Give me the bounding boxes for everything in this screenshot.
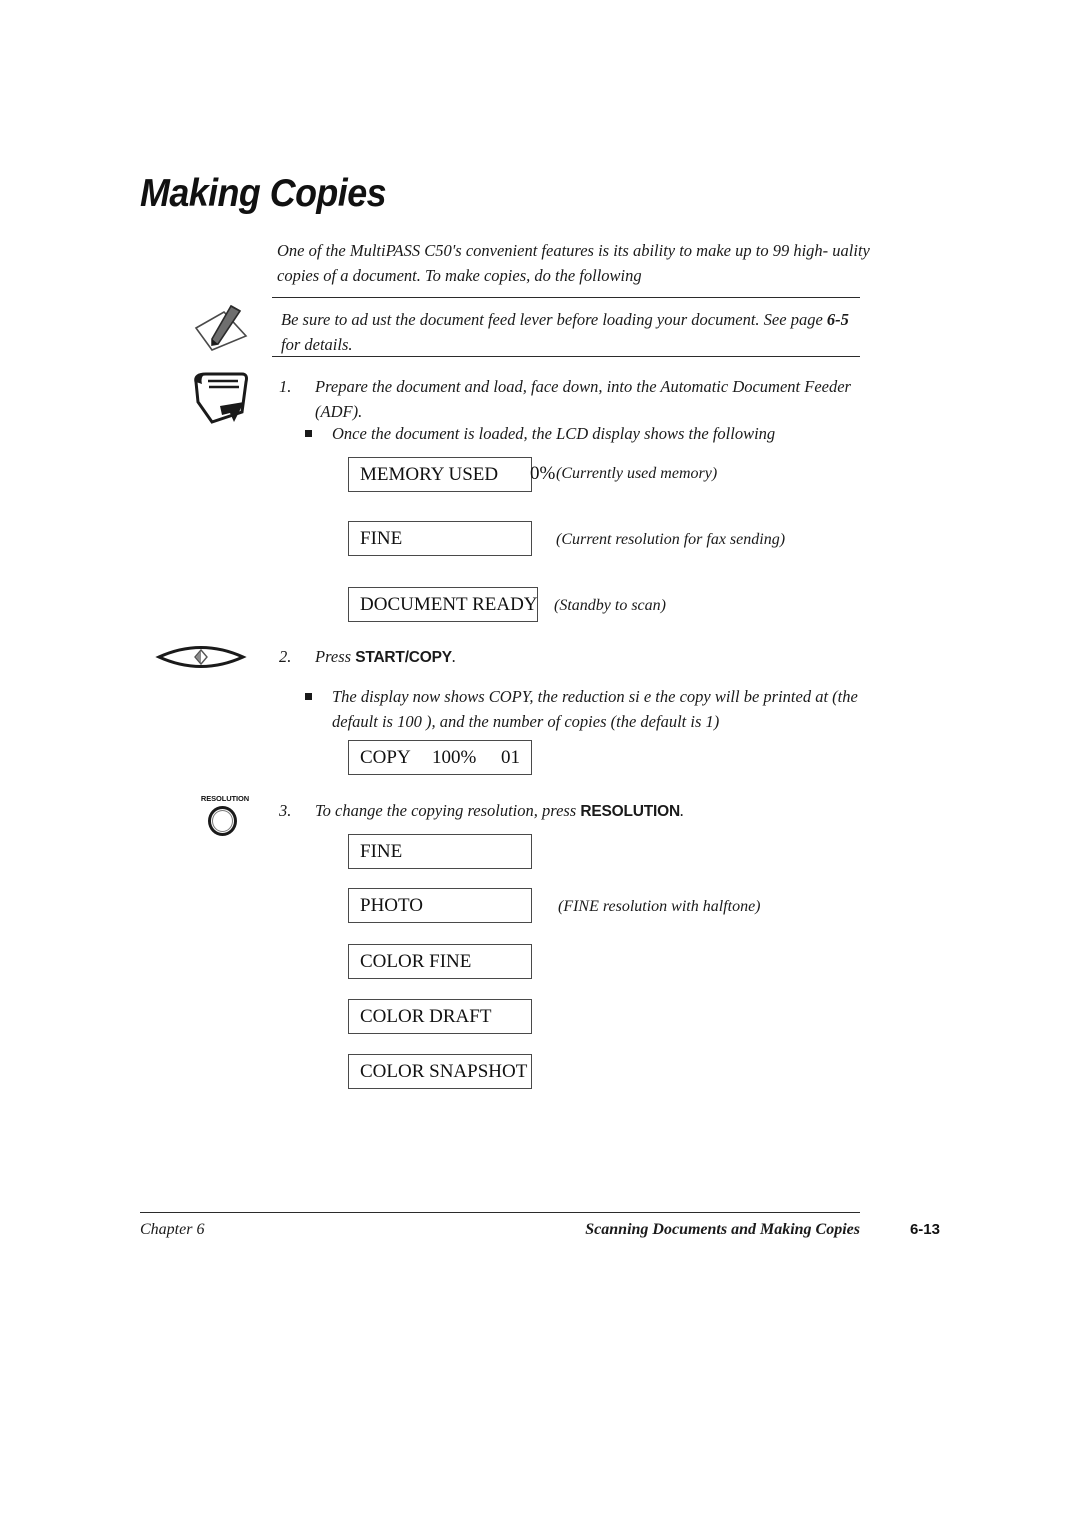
step-2-text: Press START/COPY. (315, 644, 864, 670)
lcd-resolution-photo: PHOTO (348, 888, 532, 923)
lcd-copy-count-value: 01 (501, 747, 520, 768)
document-page: Making Copies One of the MultiPASS C50's… (0, 0, 1080, 1528)
step-2-suffix: . (451, 647, 457, 666)
bullet-2-text: The display now shows COPY, the reductio… (332, 687, 858, 731)
bullet-item-2: The display now shows COPY, the reductio… (305, 684, 870, 734)
lcd-fine-resolution-label: FINE (360, 528, 403, 549)
step-3: 3. To change the copying resolution, pre… (279, 798, 864, 824)
lcd-document-ready: DOCUMENT READY (348, 587, 538, 622)
document-stack-icon (186, 368, 258, 430)
step-3-prefix: To change the copying resolution, press (315, 801, 581, 820)
step-2-key-label: START/COPY (355, 649, 452, 666)
bullet-1-text: Once the document is loaded, the LCD dis… (332, 424, 776, 443)
pencil-note-icon (190, 300, 256, 356)
lcd-memory-used: MEMORY USED (348, 457, 532, 492)
step-3-number: 3. (279, 801, 292, 820)
step-1: 1. Prepare the document and load, face d… (279, 374, 864, 424)
lcd-copy-label: COPY (360, 747, 411, 768)
step-3-key-label: RESOLUTION (580, 803, 680, 820)
bullet-item-1: Once the document is loaded, the LCD dis… (305, 421, 865, 446)
lcd-memory-used-caption: (Currently used memory) (556, 465, 718, 482)
step-2-number: 2. (279, 647, 292, 666)
lcd-resolution-color-draft-label: COLOR DRAFT (360, 1006, 492, 1027)
resolution-key-label: RESOLUTION (200, 794, 250, 803)
step-3-text: To change the copying resolution, press … (315, 798, 864, 824)
lcd-resolution-photo-caption: (FINE resolution with halftone) (558, 898, 761, 915)
lcd-memory-used-label: MEMORY USED (360, 464, 499, 485)
step-2: 2. Press START/COPY. (279, 644, 864, 670)
bullet-square-icon (305, 693, 312, 700)
note-text: Be sure to ad ust the document feed leve… (281, 307, 861, 357)
lcd-resolution-color-snapshot-label: COLOR SNAPSHOT (360, 1061, 528, 1082)
page-title: Making Copies (140, 172, 387, 215)
lcd-resolution-fine-label: FINE (360, 841, 403, 862)
lcd-resolution-photo-label: PHOTO (360, 895, 423, 916)
footer-page-number: 6-13 (909, 1221, 940, 1238)
lcd-copy-zoom-value: 100% (432, 747, 477, 768)
lcd-memory-used-value: 0% (530, 463, 556, 484)
lcd-resolution-color-fine-label: COLOR FINE (360, 951, 472, 972)
note-line-2-prefix: page (790, 310, 827, 329)
note-page-ref: 6-5 (826, 310, 849, 329)
lcd-resolution-color-fine: COLOR FINE (348, 944, 532, 979)
lcd-fine-resolution: FINE (348, 521, 532, 556)
footer-section-title: Scanning Documents and Making Copies (585, 1221, 860, 1238)
resolution-key-icon: RESOLUTION (190, 794, 260, 842)
intro-paragraph: One of the MultiPASS C50's convenient fe… (277, 241, 870, 285)
lcd-fine-resolution-caption: (Current resolution for fax sending) (556, 531, 786, 548)
lcd-resolution-fine: FINE (348, 834, 532, 869)
footer-chapter: Chapter 6 (140, 1221, 205, 1238)
step-3-suffix: . (679, 801, 685, 820)
resolution-knob-icon (208, 806, 237, 836)
step-1-number: 1. (279, 377, 292, 396)
lcd-copy-status: COPY 100% 01 (348, 740, 532, 775)
start-copy-key-icon (155, 640, 247, 674)
lcd-document-ready-label: DOCUMENT READY (360, 594, 538, 615)
note-line-2-suffix: for details. (281, 335, 353, 354)
note-line-1: Be sure to ad ust the document feed leve… (281, 310, 787, 329)
bullet-square-icon (305, 430, 312, 437)
lcd-resolution-color-draft: COLOR DRAFT (348, 999, 532, 1034)
step-1-text: Prepare the document and load, face down… (315, 377, 851, 421)
step-2-prefix: Press (315, 647, 356, 666)
footer-rule (140, 1212, 860, 1214)
lcd-document-ready-caption: (Standby to scan) (554, 597, 666, 614)
lcd-resolution-color-snapshot: COLOR SNAPSHOT (348, 1054, 532, 1089)
note-rule-top (272, 297, 860, 298)
